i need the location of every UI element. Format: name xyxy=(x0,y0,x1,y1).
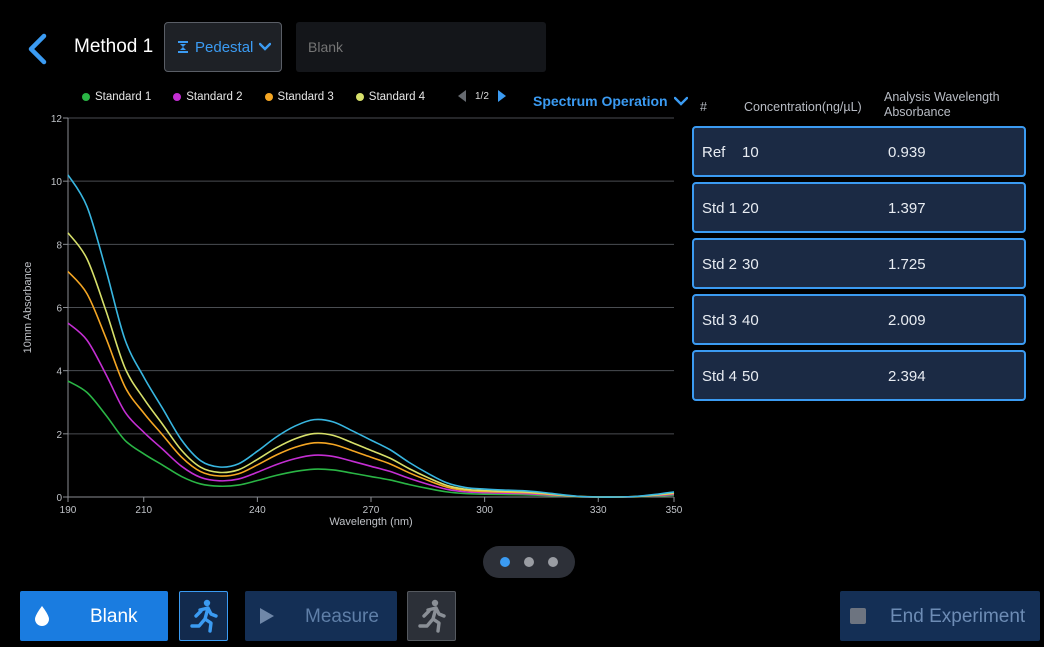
x-tick-label: 300 xyxy=(476,505,493,516)
measure-button-label: Measure xyxy=(305,606,379,627)
row-absorbance: 2.394 xyxy=(888,368,926,385)
series-line xyxy=(67,380,675,498)
series-line xyxy=(67,322,675,498)
table-row[interactable]: Std 1 20 1.397 xyxy=(692,182,1026,233)
blank-button[interactable]: Blank xyxy=(20,591,168,641)
y-tick-label: 8 xyxy=(56,240,62,251)
column-header-concentration: Concentration(ng/µL) xyxy=(744,100,862,114)
end-experiment-label: End Experiment xyxy=(890,606,1026,627)
x-tick-label: 240 xyxy=(249,505,266,516)
row-id: Ref xyxy=(702,144,726,161)
pedestal-label: Pedestal xyxy=(195,38,254,56)
column-header-absorbance-line2: Absorbance xyxy=(884,105,951,119)
row-absorbance: 0.939 xyxy=(888,144,926,161)
row-concentration: 20 xyxy=(742,200,759,217)
page-dot-1[interactable] xyxy=(500,557,510,567)
header: Method 1 Pedestal xyxy=(0,0,1044,80)
row-concentration: 10 xyxy=(742,144,759,161)
y-tick-label: 12 xyxy=(51,114,63,125)
x-tick-label: 350 xyxy=(666,505,683,516)
column-header-absorbance: Analysis Wavelength Absorbance xyxy=(884,90,1000,120)
blank-button-label: Blank xyxy=(90,606,138,627)
y-tick-label: 10 xyxy=(51,177,63,188)
row-absorbance: 1.725 xyxy=(888,256,926,273)
y-tick-label: 0 xyxy=(56,493,62,504)
pedestal-select[interactable]: Pedestal xyxy=(164,22,282,72)
column-header-id: # xyxy=(700,100,707,114)
x-tick-label: 190 xyxy=(60,505,77,516)
row-id: Std 3 xyxy=(702,312,738,329)
play-icon xyxy=(260,608,274,624)
results-table-header: # Concentration(ng/µL) Analysis Waveleng… xyxy=(692,90,1028,124)
row-concentration: 40 xyxy=(742,312,759,329)
table-row[interactable]: Std 2 30 1.725 xyxy=(692,238,1026,289)
droplet-icon xyxy=(35,606,49,626)
x-tick-label: 330 xyxy=(590,505,607,516)
row-absorbance: 1.397 xyxy=(888,200,926,217)
y-tick-label: 4 xyxy=(56,367,62,378)
running-person-icon xyxy=(189,599,218,633)
x-axis-label: Wavelength (nm) xyxy=(329,516,412,528)
chevron-left-icon[interactable] xyxy=(24,32,52,66)
x-tick-label: 270 xyxy=(363,505,380,516)
table-row[interactable]: Std 4 50 2.394 xyxy=(692,350,1026,401)
spectrum-chart: 0 2 4 6 8 10 12 190 210 240 270 300 330 350 Wavelength… xyxy=(22,114,683,528)
y-tick-label: 2 xyxy=(56,430,62,441)
row-concentration: 30 xyxy=(742,256,759,273)
end-experiment-button[interactable]: End Experiment xyxy=(840,591,1040,641)
pedestal-icon xyxy=(178,41,188,53)
stop-icon xyxy=(850,608,866,624)
page-indicator xyxy=(483,546,575,578)
row-id: Std 4 xyxy=(702,368,738,385)
measure-button[interactable]: Measure xyxy=(245,591,397,641)
table-row[interactable]: Ref 10 0.939 xyxy=(692,126,1026,177)
auto-blank-button[interactable] xyxy=(179,591,228,641)
series-line xyxy=(67,174,675,498)
y-axis-label: 10mm Absorbance xyxy=(22,262,34,354)
auto-measure-button[interactable] xyxy=(407,591,456,641)
x-tick-label: 210 xyxy=(135,505,152,516)
chevron-down-icon xyxy=(259,42,272,51)
column-header-absorbance-line1: Analysis Wavelength xyxy=(884,90,1000,104)
page-dot-2[interactable] xyxy=(524,557,534,567)
row-absorbance: 2.009 xyxy=(888,312,926,329)
table-row[interactable]: Std 3 40 2.009 xyxy=(692,294,1026,345)
running-person-icon xyxy=(417,599,446,633)
y-tick-label: 6 xyxy=(56,304,62,315)
row-id: Std 1 xyxy=(702,200,738,217)
row-concentration: 50 xyxy=(742,368,759,385)
sample-name-input[interactable] xyxy=(296,22,546,72)
row-id: Std 2 xyxy=(702,256,738,273)
method-title: Method 1 xyxy=(74,36,154,57)
page-dot-3[interactable] xyxy=(548,557,558,567)
